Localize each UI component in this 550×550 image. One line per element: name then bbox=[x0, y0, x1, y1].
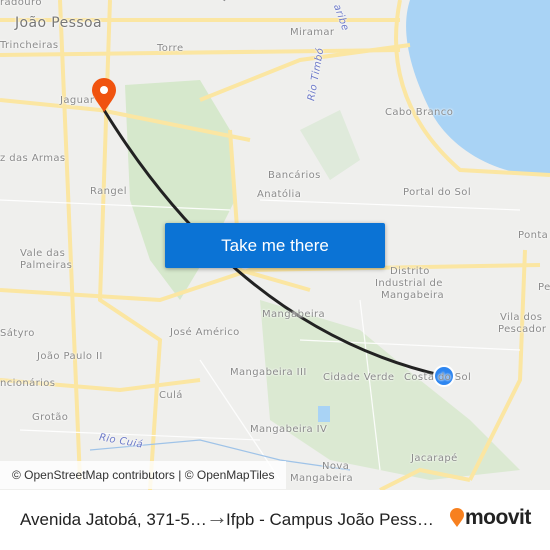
map-label: Ponta bbox=[518, 230, 549, 241]
map-label: Portal do Sol bbox=[403, 187, 471, 198]
map-label: Mangabeira bbox=[290, 473, 354, 484]
map-label: Pescador bbox=[498, 324, 547, 335]
map-label: Pe bbox=[538, 282, 550, 293]
map-label: Trincheiras bbox=[0, 40, 59, 51]
sea bbox=[406, 0, 550, 176]
map-label: Culá bbox=[159, 390, 183, 401]
map-label: Nova bbox=[322, 461, 350, 472]
brand-name: moovit bbox=[465, 506, 531, 529]
map-label: Mangabeira bbox=[262, 309, 326, 320]
arrow-right-icon: → bbox=[206, 504, 228, 529]
take-me-there-button[interactable]: Take me there bbox=[165, 223, 385, 268]
map-label: Mangabeira IV bbox=[250, 424, 328, 435]
map-label: João Paulo II bbox=[37, 351, 103, 362]
map-label: Industrial de bbox=[375, 278, 443, 289]
map-pin-icon bbox=[92, 78, 116, 112]
map-label: Grotão bbox=[32, 412, 69, 423]
destination-label: Ifpb - Campus João Pess… bbox=[226, 510, 434, 529]
map-label: Bancários bbox=[268, 170, 321, 181]
map-label: José Américo bbox=[170, 327, 240, 338]
route-footer: Avenida Jatobá, 371-5… → Ifpb - Campus J… bbox=[0, 490, 550, 550]
map-label: radouro bbox=[0, 0, 42, 8]
map-label: Sátyro bbox=[0, 328, 35, 339]
map[interactable]: radouro João Pessoa Trincheiras Torre Mirama… bbox=[0, 0, 550, 490]
map-label: z das Armas bbox=[0, 153, 66, 164]
map-label: Jaguar bbox=[60, 95, 95, 106]
map-label: Costa do Sol bbox=[404, 372, 472, 383]
map-label: Palmeiras bbox=[20, 260, 73, 271]
map-label: Torre bbox=[157, 43, 184, 54]
map-label: João Pessoa bbox=[15, 15, 102, 31]
moovit-pin-icon bbox=[450, 508, 464, 527]
map-label: Mangabeira bbox=[381, 290, 445, 301]
map-label: Cabo Branco bbox=[385, 107, 454, 118]
origin-label: Avenida Jatobá, 371-5… bbox=[20, 510, 207, 529]
map-label: ncionários bbox=[0, 378, 56, 389]
map-label: Vale das bbox=[20, 248, 66, 259]
map-label: Vila dos bbox=[500, 312, 543, 323]
map-label: Jacarapé bbox=[411, 453, 458, 464]
map-label: Mangabeira III bbox=[230, 367, 307, 378]
moovit-logo[interactable]: moovit bbox=[449, 506, 531, 530]
map-attribution[interactable]: © OpenStreetMap contributors | © OpenMap… bbox=[0, 461, 287, 489]
map-label: Rangel bbox=[90, 186, 127, 197]
lake bbox=[318, 406, 330, 422]
map-label: Anatólia bbox=[257, 189, 302, 200]
park bbox=[260, 300, 520, 480]
map-label: Distrito bbox=[390, 266, 430, 277]
map-label: Miramar bbox=[290, 27, 335, 38]
map-label: Cidade Verde bbox=[323, 372, 395, 383]
